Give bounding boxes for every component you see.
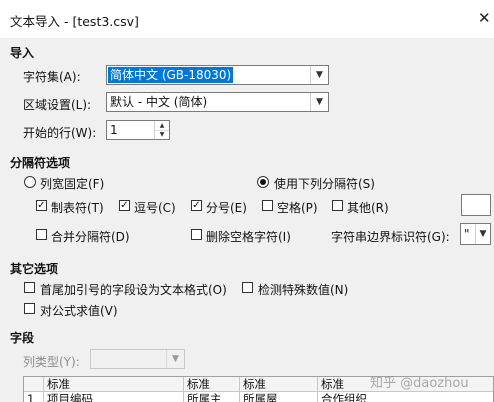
charset-label: 字符集(A): — [23, 70, 81, 84]
charset-value: 简体中文 (GB-18030) — [108, 67, 234, 83]
header-cell[interactable]: 标准 — [44, 377, 184, 391]
detect-numbers-label: 检测特殊数值(N) — [258, 283, 349, 297]
string-delimiter-value: " — [464, 227, 470, 241]
string-delimiter-combobox[interactable]: " ▼ — [460, 223, 491, 245]
chevron-down-icon[interactable]: ▼ — [475, 224, 490, 244]
column-type-combobox[interactable]: ▼ — [90, 349, 185, 369]
other-options-heading: 其它选项 — [10, 262, 59, 276]
chevron-down-icon[interactable]: ▼ — [166, 350, 184, 368]
charset-combobox[interactable]: 简体中文 (GB-18030) ▼ — [106, 65, 329, 85]
semicolon-label: 分号(E) — [206, 201, 247, 215]
table-cell: 所属主 — [184, 392, 240, 402]
space-checkbox[interactable] — [262, 200, 273, 211]
header-cell[interactable]: 标准 — [240, 377, 318, 391]
evaluate-formulas-checkbox[interactable] — [24, 303, 35, 314]
tab-checkbox[interactable]: ✓ — [36, 200, 47, 211]
start-row-label: 开始的行(W): — [23, 126, 97, 140]
column-type-value — [92, 351, 96, 367]
close-icon[interactable]: ✕ — [478, 9, 491, 27]
spinner-buttons: ▲ ▼ — [154, 121, 169, 139]
quoted-as-text-label: 首尾加引号的字段设为文本格式(O) — [40, 283, 227, 297]
separated-by-radio[interactable] — [257, 176, 269, 188]
header-cell[interactable]: 标准 — [184, 377, 240, 391]
merge-label: 合并分隔符(D) — [51, 230, 130, 244]
fields-heading: 字段 — [10, 331, 35, 345]
trim-label: 删除空格字符(I) — [206, 230, 291, 244]
string-delimiter-label: 字符串边界标识符(G): — [331, 230, 450, 244]
evaluate-formulas-label: 对公式求值(V) — [40, 304, 118, 318]
trim-checkbox[interactable] — [191, 229, 202, 240]
chevron-down-icon[interactable]: ▼ — [310, 66, 328, 84]
semicolon-checkbox[interactable]: ✓ — [191, 200, 202, 211]
start-row-spinner[interactable]: 1 ▲ ▼ — [106, 120, 170, 140]
import-heading: 导入 — [10, 46, 35, 60]
row-number-cell: 1 — [24, 392, 44, 402]
comma-checkbox[interactable]: ✓ — [119, 200, 130, 211]
spin-down-icon[interactable]: ▼ — [155, 130, 169, 139]
space-label: 空格(P) — [277, 201, 318, 215]
other-separator-input[interactable] — [461, 194, 491, 216]
merge-checkbox[interactable] — [36, 229, 47, 240]
detect-numbers-checkbox[interactable] — [242, 282, 253, 293]
locale-combobox[interactable]: 默认 - 中文 (简体) ▼ — [106, 92, 329, 112]
header-cell[interactable] — [24, 377, 44, 391]
start-row-value: 1 — [110, 123, 118, 137]
table-cell: 项目编码 — [44, 392, 184, 402]
locale-value: 默认 - 中文 (简体) — [110, 95, 208, 109]
table-cell: 合作组织 — [318, 392, 493, 402]
window-title: 文本导入 - [test3.csv] — [10, 14, 139, 29]
quoted-as-text-checkbox[interactable] — [24, 282, 35, 293]
chevron-down-icon[interactable]: ▼ — [310, 93, 328, 111]
separated-by-label: 使用下列分隔符(S) — [274, 177, 375, 191]
other-checkbox[interactable] — [332, 200, 343, 211]
fixed-width-radio[interactable] — [24, 176, 36, 188]
comma-label: 逗号(C) — [134, 201, 176, 215]
table-cell: 所属屋 — [240, 392, 318, 402]
separator-heading: 分隔符选项 — [10, 156, 71, 170]
watermark: 知乎 @daozhou — [370, 376, 469, 391]
other-label: 其他(R) — [347, 201, 389, 215]
locale-label: 区域设置(L): — [23, 98, 92, 112]
preview-row: 1 项目编码 所属主 所属屋 合作组织 — [24, 392, 493, 402]
column-type-label: 列类型(Y): — [23, 355, 80, 369]
title-bar: 文本导入 - [test3.csv] ✕ — [0, 0, 494, 38]
fixed-width-label: 列宽固定(F) — [40, 177, 105, 191]
tab-label: 制表符(T) — [51, 201, 104, 215]
